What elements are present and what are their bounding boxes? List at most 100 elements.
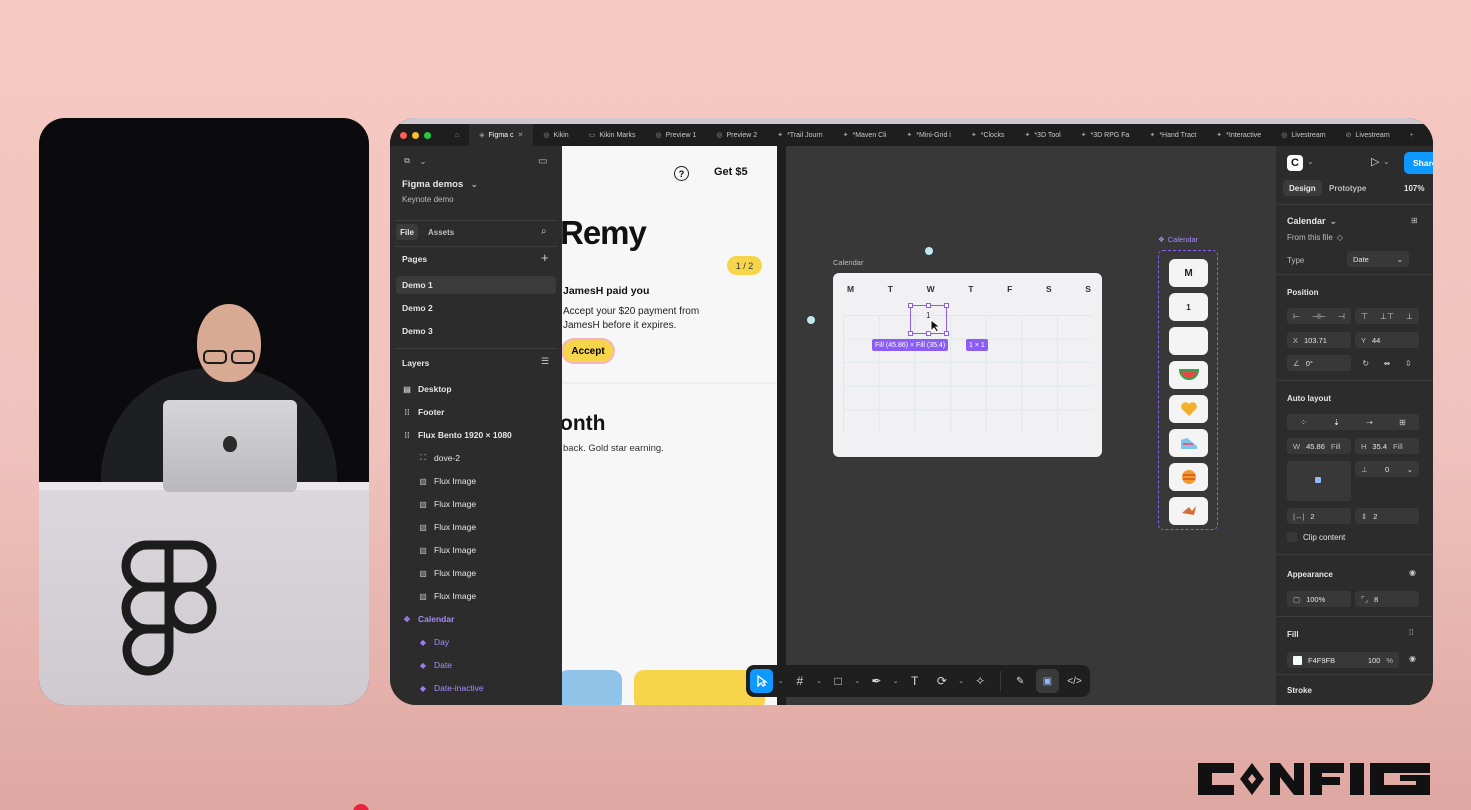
tab-design[interactable]: Design: [1283, 180, 1322, 196]
close-window-button[interactable]: [400, 131, 407, 139]
align-right-icon[interactable]: ⊣: [1338, 312, 1345, 321]
draw-mode-button[interactable]: ✎: [1009, 669, 1032, 693]
component-set-label[interactable]: ❖ Calendar: [1158, 235, 1198, 244]
flip-vertical-icon[interactable]: ⇳: [1405, 359, 1412, 368]
resize-handle[interactable]: [944, 331, 949, 336]
layer-desktop[interactable]: ▤ Desktop: [402, 384, 451, 394]
text-tool-button[interactable]: T: [903, 669, 926, 693]
tab-5[interactable]: ✦ *Trail Journ: [767, 124, 832, 146]
home-tab[interactable]: ⌂: [445, 124, 469, 146]
present-icon[interactable]: ▷: [1371, 155, 1379, 168]
resize-handle[interactable]: [926, 303, 931, 308]
opacity-input[interactable]: ▢ 100%: [1287, 591, 1351, 607]
type-select[interactable]: Date ⌄: [1347, 251, 1409, 267]
tab-1[interactable]: ◎ Kikin: [533, 124, 578, 146]
layer-flux-image[interactable]: ▧ Flux Image: [418, 522, 476, 532]
spacing-handle[interactable]: [925, 247, 933, 255]
frame-tool-button[interactable]: #: [788, 669, 811, 693]
x-input[interactable]: X 103.71: [1287, 332, 1351, 348]
chevron-down-icon[interactable]: ⌄: [815, 677, 822, 685]
tab-14[interactable]: ⊘ Livestream: [1336, 124, 1400, 146]
layout-direction-buttons[interactable]: ⁘ ⇣ ⇢ ⊞: [1287, 414, 1419, 430]
style-grid-icon[interactable]: ⁞⁞: [1409, 628, 1413, 637]
tab-6[interactable]: ✦ *Maven Cli: [833, 124, 897, 146]
page-item-demo-3[interactable]: Demo 3: [402, 326, 433, 336]
variant-day[interactable]: M: [1169, 259, 1208, 287]
variant-watermelon[interactable]: [1169, 361, 1208, 389]
tab-2[interactable]: ▭ Kikin Marks: [579, 124, 646, 146]
tab-assets[interactable]: Assets: [428, 228, 454, 237]
height-input[interactable]: H 35.4 Fill: [1355, 438, 1419, 454]
layout-vertical-icon[interactable]: ⇣: [1333, 418, 1340, 427]
resize-handle[interactable]: [908, 331, 913, 336]
team-name[interactable]: Figma demos ⌄: [402, 179, 479, 190]
transform-buttons[interactable]: ↻ ⇹ ⇳: [1355, 355, 1419, 371]
layout-horizontal-icon[interactable]: ⇢: [1366, 418, 1373, 427]
flip-horizontal-icon[interactable]: ⇹: [1384, 359, 1391, 368]
layer-date[interactable]: ◆ Date: [418, 660, 452, 670]
accept-button[interactable]: Accept: [563, 340, 613, 362]
tab-3[interactable]: ◎ Preview 1: [646, 124, 707, 146]
variant-heart[interactable]: [1169, 395, 1208, 423]
clip-content-checkbox[interactable]: Clip content: [1287, 532, 1345, 542]
corner-radius-input[interactable]: ⌜⌟ 8: [1355, 591, 1419, 607]
pen-tool-button[interactable]: ✒: [865, 669, 888, 693]
resize-handle[interactable]: [944, 303, 949, 308]
layer-day[interactable]: ◆ Day: [418, 637, 449, 647]
tab-12[interactable]: ✦ *Interactive: [1206, 124, 1271, 146]
layout-wrap-icon[interactable]: ⊞: [1399, 418, 1406, 427]
layer-flux-image[interactable]: ▧ Flux Image: [418, 591, 476, 601]
variant-sneaker[interactable]: [1169, 429, 1208, 457]
new-tab-button[interactable]: +: [1400, 124, 1424, 146]
variant-bird[interactable]: [1169, 497, 1208, 525]
zoom-level[interactable]: 107%: [1404, 184, 1424, 193]
ai-tool-button[interactable]: ✧: [969, 669, 992, 693]
tab-13[interactable]: ◎ Livestream: [1271, 124, 1335, 146]
horizontal-padding-input[interactable]: |↔| 2: [1287, 508, 1351, 524]
search-icon[interactable]: ⌕: [541, 226, 547, 237]
layout-free-icon[interactable]: ⁘: [1300, 418, 1307, 427]
color-swatch[interactable]: [1293, 655, 1302, 665]
tab-4[interactable]: ◎ Preview 2: [706, 124, 767, 146]
vertical-padding-input[interactable]: ⇕ 2: [1355, 508, 1419, 524]
variant-date-inactive[interactable]: [1169, 327, 1208, 355]
eye-icon[interactable]: ◉: [1409, 568, 1416, 577]
align-top-icon[interactable]: ⊤: [1361, 312, 1368, 321]
layer-date-inactive[interactable]: ◆ Date-inactive: [418, 683, 484, 693]
horizontal-align-buttons[interactable]: ⊢ ⊣⊢ ⊣: [1287, 308, 1351, 324]
date-grid[interactable]: [843, 315, 1093, 433]
avatar[interactable]: C: [1287, 155, 1303, 171]
maximize-window-button[interactable]: [424, 131, 431, 139]
layer-flux-bento[interactable]: ⁞⁞ Flux Bento 1920 × 1080: [402, 430, 511, 440]
component-name[interactable]: Calendar ⌄: [1287, 216, 1337, 227]
gap-input[interactable]: ⊥ 0 ⌄: [1355, 461, 1419, 477]
tab-7[interactable]: ✦ *Mini-Grid i: [896, 124, 961, 146]
spacing-handle[interactable]: [807, 316, 815, 324]
get-reward-link[interactable]: Get $5: [714, 166, 748, 178]
layer-calendar[interactable]: ❖ Calendar: [402, 614, 454, 624]
variant-date[interactable]: 1: [1169, 293, 1208, 321]
main-menu-button[interactable]: ⧉ ⌄: [402, 156, 428, 166]
variant-ball[interactable]: [1169, 463, 1208, 491]
layer-flux-image[interactable]: ▧ Flux Image: [418, 545, 476, 555]
design-mode-button[interactable]: ▣: [1035, 669, 1059, 693]
layer-flux-image[interactable]: ▧ Flux Image: [418, 476, 476, 486]
calendar-component-set[interactable]: M 1: [1158, 250, 1218, 530]
align-center-icon[interactable]: ⊣⊢: [1312, 312, 1326, 321]
help-icon[interactable]: ?: [674, 166, 689, 181]
chevron-down-icon[interactable]: ⌄: [1307, 157, 1314, 166]
from-file-link[interactable]: From this file ◇: [1287, 233, 1343, 242]
calendar-frame[interactable]: M T W T F S S: [833, 273, 1102, 457]
chevron-down-icon[interactable]: ⌄: [957, 677, 964, 685]
chevron-down-icon[interactable]: ⌄: [777, 677, 784, 685]
page-item-demo-1[interactable]: Demo 1: [402, 280, 433, 290]
chevron-down-icon[interactable]: ⌄: [1383, 157, 1390, 166]
dev-mode-button[interactable]: </>: [1063, 669, 1086, 693]
close-tab-icon[interactable]: ✕: [518, 131, 524, 139]
rotate-icon[interactable]: ↻: [1362, 359, 1369, 368]
layers-filter-icon[interactable]: ☰: [541, 356, 549, 367]
resize-handle[interactable]: [908, 303, 913, 308]
shape-tool-button[interactable]: □: [827, 669, 850, 693]
tab-8[interactable]: ✦ *Clocks: [961, 124, 1015, 146]
resources-tool-button[interactable]: ⟳: [930, 669, 953, 693]
